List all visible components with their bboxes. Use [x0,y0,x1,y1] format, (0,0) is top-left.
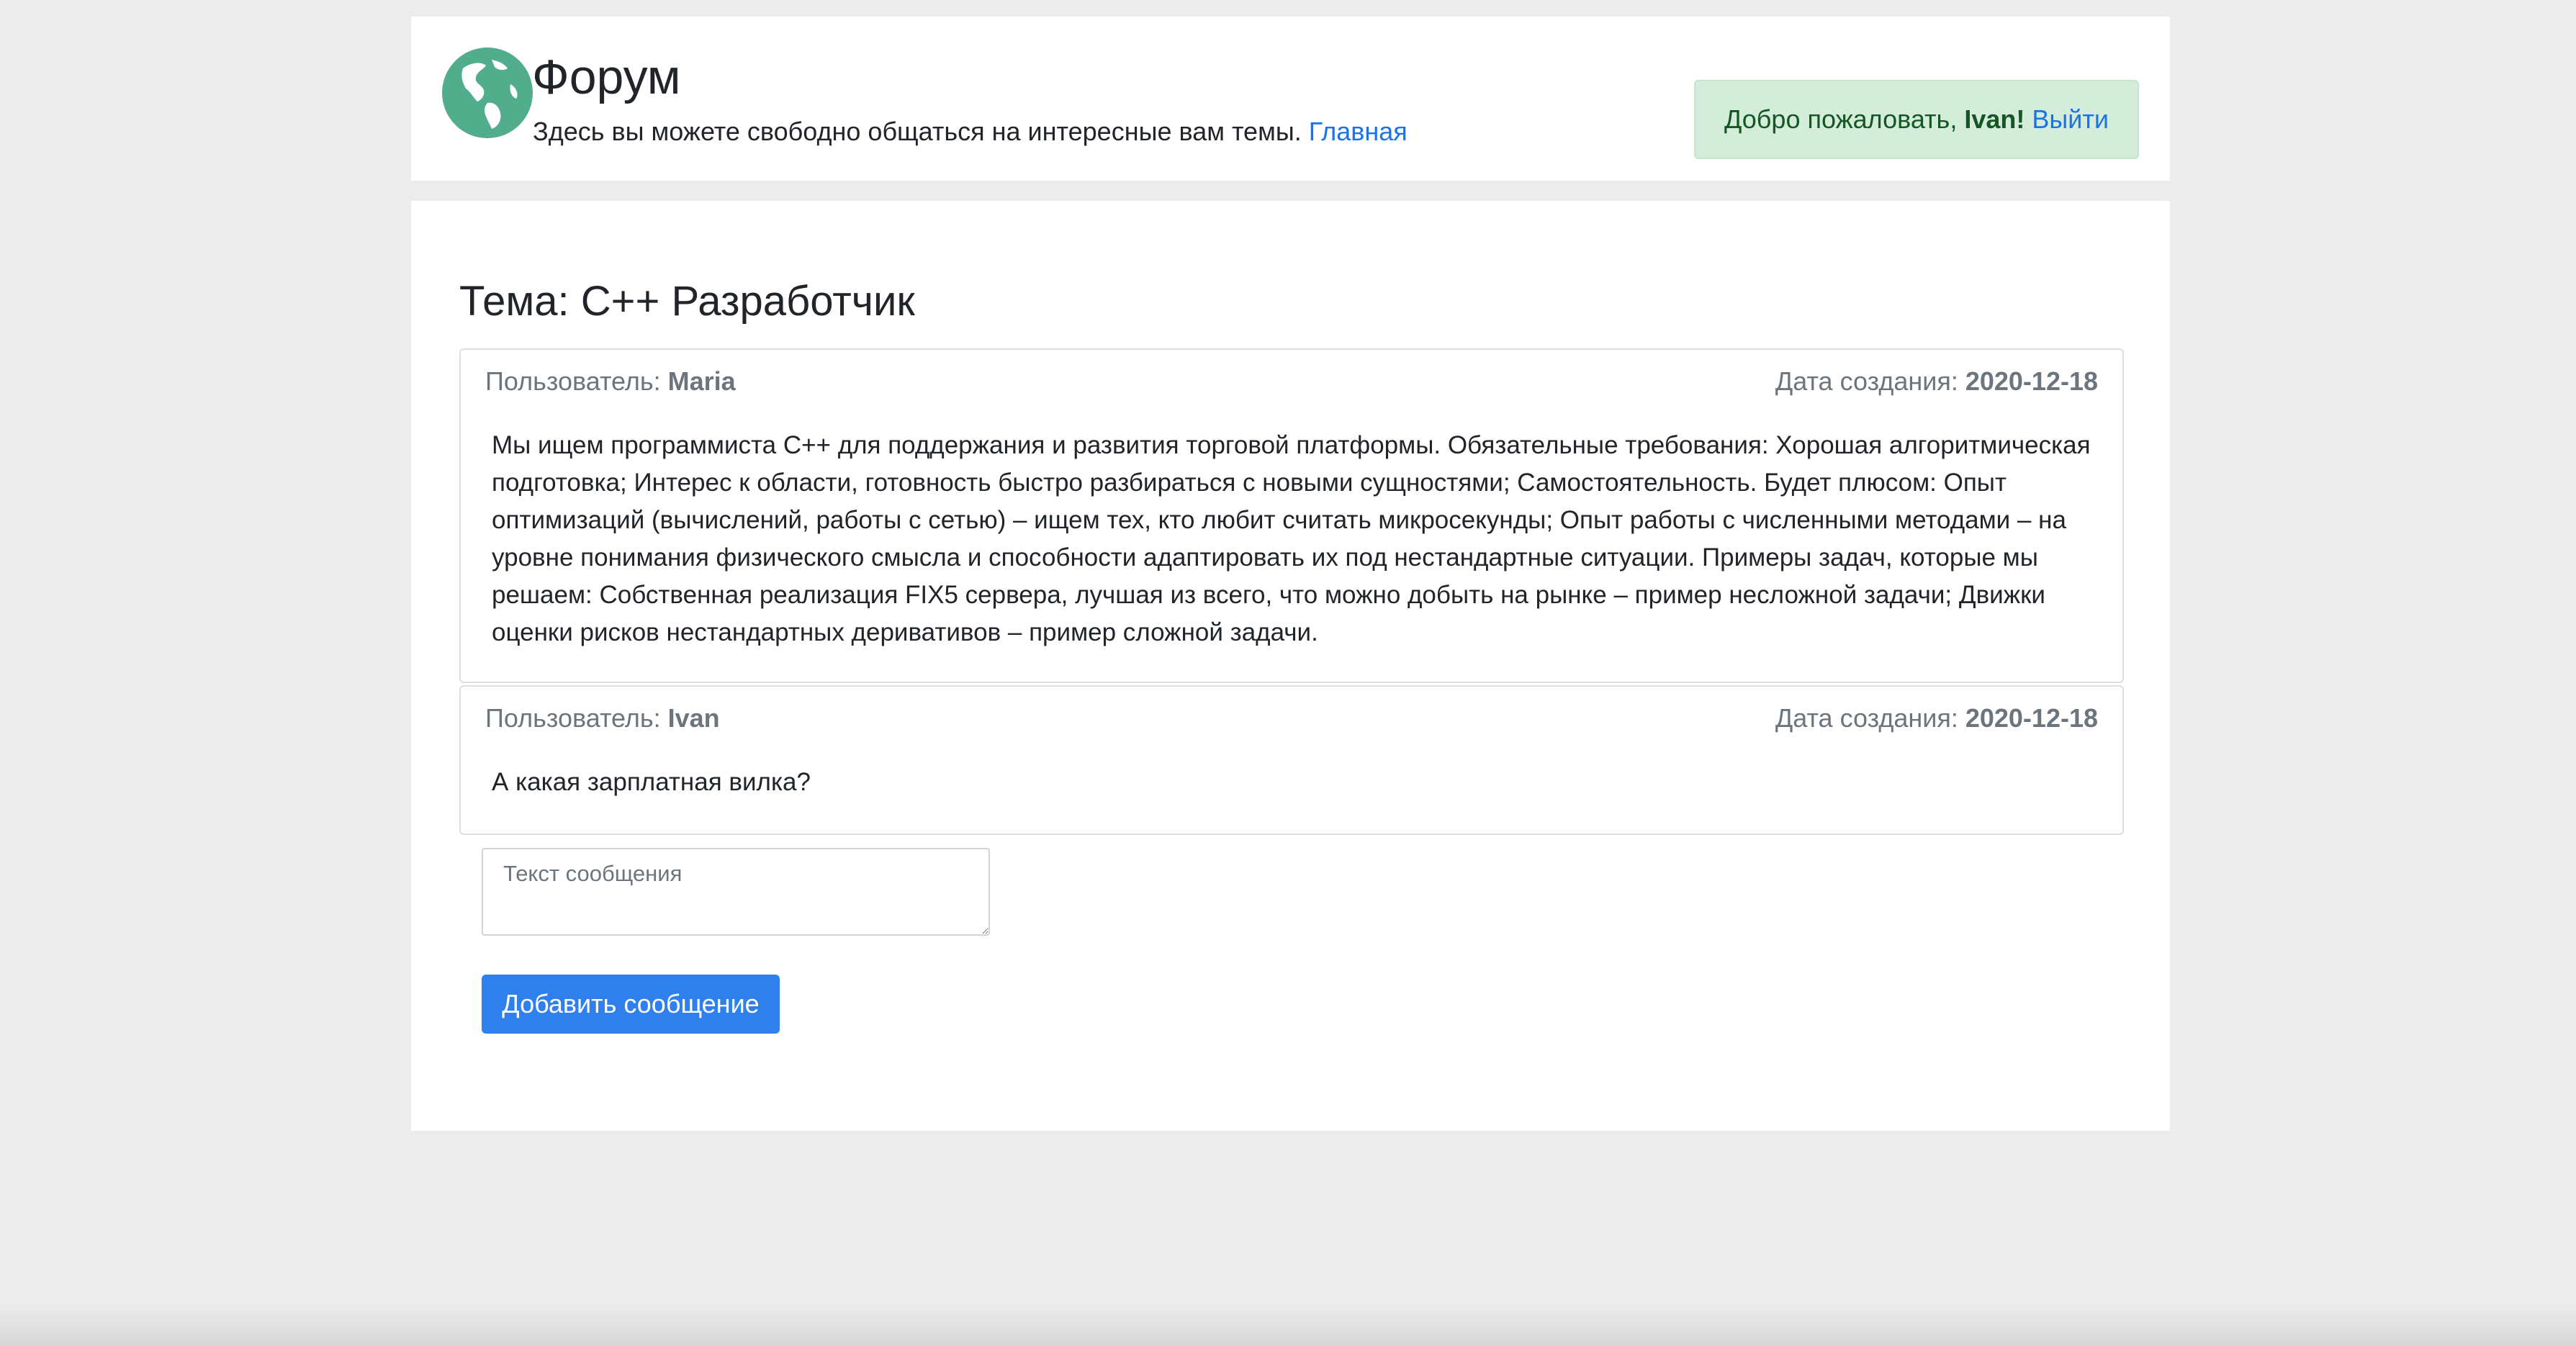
post-meta: Пользователь: Maria Дата создания: 2020-… [485,363,2098,400]
post-date: Дата создания: 2020-12-18 [1775,363,2098,400]
page-bottom-shadow [0,1303,2576,1346]
post-text: Мы ищем программиста С++ для поддержания… [492,431,2091,646]
globe-icon [442,48,533,138]
browser-viewport: Форум Здесь вы можете свободно общаться … [0,0,2576,1346]
author-label: Пользователь: [485,366,661,396]
message-textarea[interactable] [482,848,990,936]
post-item: Пользователь: Maria Дата создания: 2020-… [459,348,2124,683]
site-subtitle: Здесь вы можете свободно общаться на инт… [533,114,1408,149]
post-date: Дата создания: 2020-12-18 [1775,700,2098,737]
post-author: Пользователь: Ivan [485,700,720,737]
home-link[interactable]: Главная [1309,117,1408,146]
author-label: Пользователь: [485,703,661,733]
site-header: Форум Здесь вы можете свободно общаться … [411,17,2170,181]
welcome-username: Ivan! [1964,104,2025,134]
date-value: 2020-12-18 [1965,366,2098,396]
topic-card: Тема: C++ Разработчик Пользователь: Mari… [411,201,2170,1131]
topic-title: Тема: C++ Разработчик [459,278,915,325]
date-value: 2020-12-18 [1965,703,2098,733]
post-item: Пользователь: Ivan Дата создания: 2020-1… [459,685,2124,835]
post-meta: Пользователь: Ivan Дата создания: 2020-1… [485,700,2098,737]
date-label: Дата создания: [1775,703,1958,733]
date-label: Дата создания: [1775,366,1958,396]
author-name: Maria [667,366,736,396]
welcome-greeting: Добро пожаловать, [1724,104,1958,134]
subtitle-text: Здесь вы можете свободно общаться на инт… [533,117,1302,146]
welcome-alert: Добро пожаловать, Ivan! Выйти [1694,80,2139,159]
add-message-button[interactable]: Добавить сообщение [482,975,780,1034]
post-text: А какая зарплатная вилка? [492,768,811,796]
post-author: Пользователь: Maria [485,363,736,400]
author-name: Ivan [667,703,720,733]
logout-link[interactable]: Выйти [2032,104,2109,134]
site-title: Форум [532,50,681,104]
